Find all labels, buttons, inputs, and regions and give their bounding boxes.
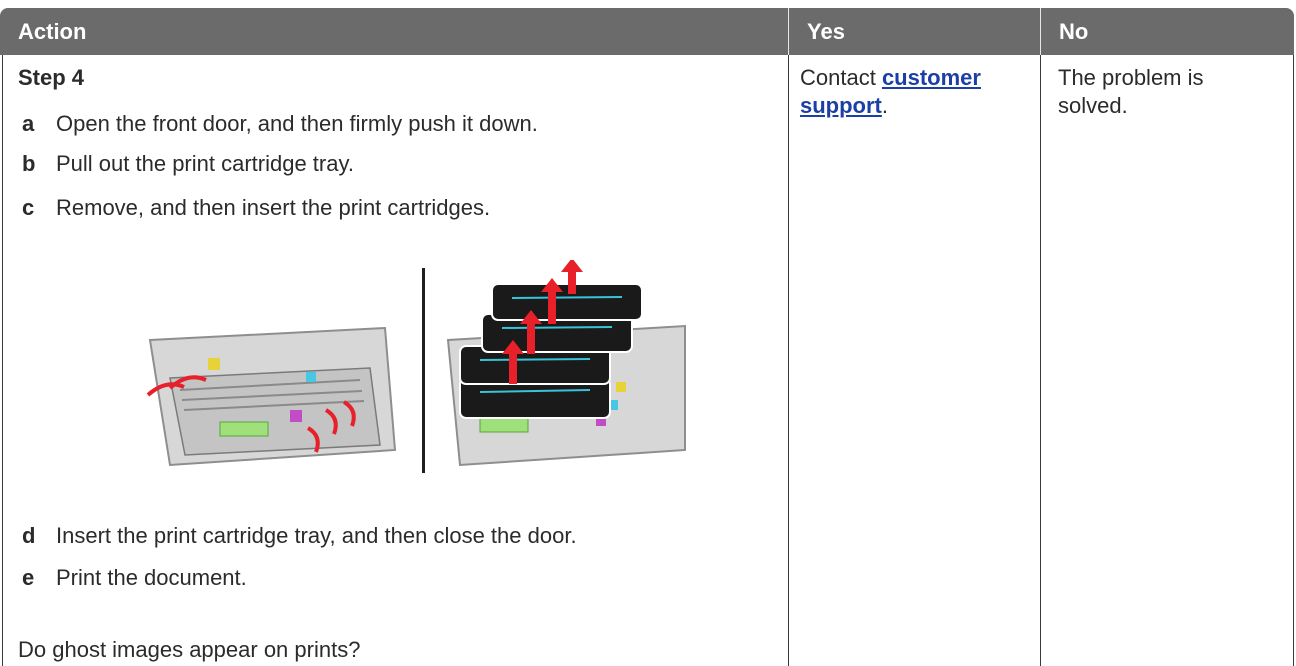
column-header-yes: Yes (788, 8, 1040, 55)
item-letter: b (22, 151, 36, 176)
item-text: Print the document. (56, 565, 247, 590)
printer-right-image (446, 258, 686, 467)
item-text: Open the front door, and then firmly pus… (56, 111, 538, 136)
column-header-no: No (1040, 8, 1294, 55)
item-letter: c (22, 195, 35, 220)
item-letter: e (22, 565, 35, 590)
item-letter: d (22, 523, 36, 548)
no-cell: The problem is solved. (1058, 65, 1204, 118)
printer-cartridge-figure (146, 258, 686, 473)
link-text-line2: support (800, 93, 882, 118)
item-letter: a (22, 111, 35, 136)
step-title: Step 4 (18, 65, 85, 90)
yes-cell: Contact customer support. (800, 64, 1030, 120)
link-text-line1: customer (881, 65, 981, 90)
printer-left-image (146, 326, 397, 467)
yes-prefix: Contact (800, 65, 882, 90)
column-divider (788, 55, 789, 666)
step-question: Do ghost images appear on prints? (18, 637, 361, 662)
table-border-left (2, 55, 3, 666)
table-border-right (1293, 55, 1294, 666)
item-text: Remove, and then insert the print cartri… (56, 195, 491, 220)
column-divider (1040, 55, 1041, 666)
figure-divider (422, 268, 425, 473)
cartridge-illustration (130, 258, 690, 480)
column-header-action: Action (0, 8, 788, 55)
yes-suffix: . (881, 93, 889, 118)
item-text: Insert the print cartridge tray, and the… (56, 523, 577, 548)
item-text: Pull out the print cartridge tray. (56, 151, 354, 176)
